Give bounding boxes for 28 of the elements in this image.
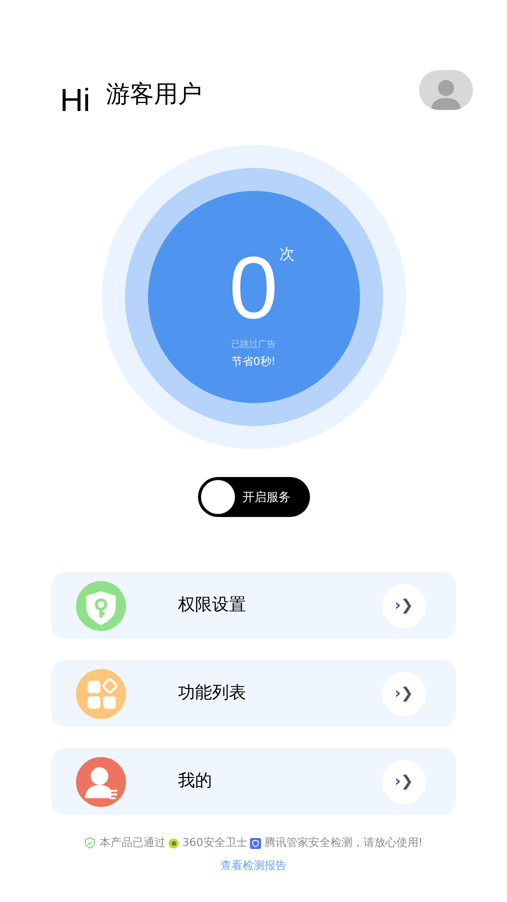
greeting: Hi	[60, 84, 90, 116]
shield-icon	[250, 838, 262, 849]
toggle-knob	[200, 480, 234, 514]
unit: 次	[280, 244, 294, 265]
shield-key-icon	[76, 580, 126, 630]
arrow-button[interactable]: ›❯	[382, 760, 426, 804]
menu-label: 功能列表	[178, 682, 247, 705]
service-toggle[interactable]: 开启服务	[198, 477, 310, 517]
grid-icon	[76, 668, 126, 718]
menu-label: 权限设置	[178, 594, 247, 617]
person-icon	[76, 756, 126, 806]
menu-label: 我的	[178, 770, 213, 793]
username: 游客用户	[106, 79, 204, 110]
shield-check-icon	[84, 837, 96, 850]
footer-text: 腾讯管家安全检测，请放心使用!	[264, 835, 423, 851]
caption: 已跳过广告	[231, 341, 276, 350]
footer-text: 360安全卫士	[182, 835, 248, 851]
person-icon	[429, 78, 463, 110]
arrow-button[interactable]: ›❯	[382, 584, 426, 628]
ring-icon	[168, 838, 180, 849]
saved-time: 节省0秒!	[231, 356, 276, 367]
arrow-button[interactable]: ›❯	[382, 672, 426, 716]
avatar[interactable]	[419, 70, 473, 110]
footer-text: 本产品已通过	[99, 835, 166, 851]
menu-item[interactable]: 权限设置 ›❯	[51, 572, 456, 639]
count: 0	[229, 243, 278, 333]
menu-item[interactable]: 我的 ›❯	[51, 748, 456, 815]
menu-item[interactable]: 功能列表 ›❯	[51, 660, 456, 727]
